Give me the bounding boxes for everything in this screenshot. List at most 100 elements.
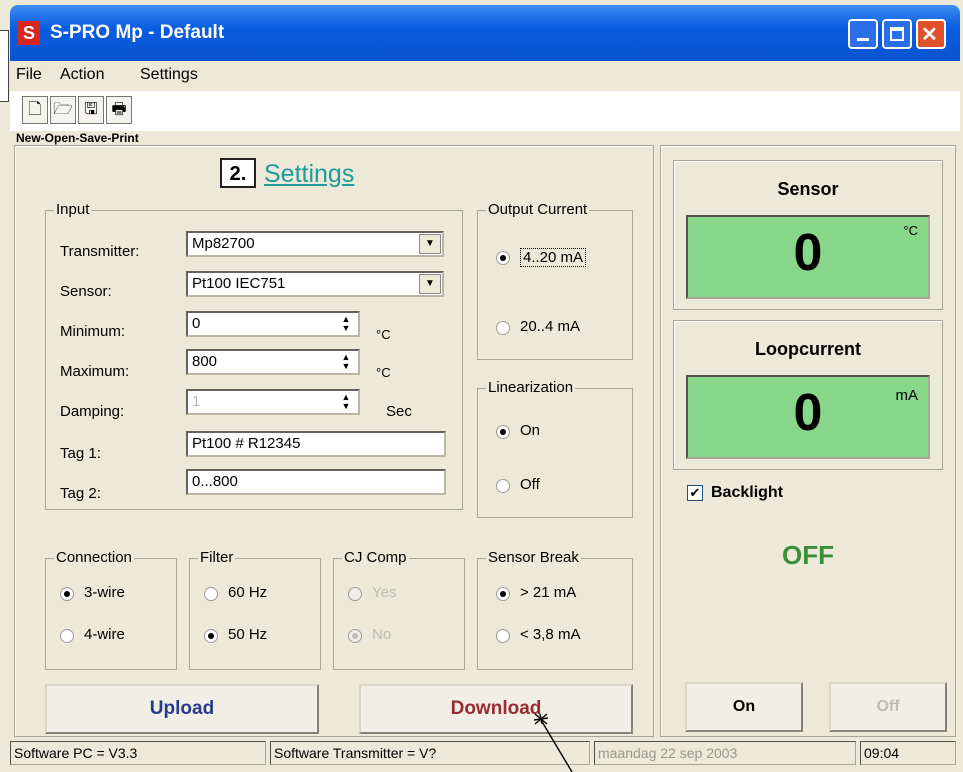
spin-arrows-icon[interactable]: ▲ ▼: [338, 353, 354, 371]
monitor-panel: Sensor 0 °C Loopcurrent 0 mA ✔ Backlight…: [660, 145, 956, 737]
on-button[interactable]: On: [685, 682, 803, 732]
damping-spinner[interactable]: 1 ▲ ▼: [186, 389, 360, 415]
toolbar: 🗋 🗁 🖫 🖶: [10, 91, 960, 131]
sensor-break-low-radio[interactable]: [496, 629, 510, 643]
new-button[interactable]: 🗋: [22, 96, 48, 124]
save-button[interactable]: 🖫: [78, 96, 104, 124]
maximum-label: Maximum:: [60, 363, 130, 380]
output-current-legend: Output Current: [486, 201, 590, 218]
connection-3wire-label[interactable]: 3-wire: [84, 584, 125, 601]
sensor-break-high-radio[interactable]: [496, 587, 510, 601]
close-icon: ✕: [921, 24, 938, 46]
upload-button[interactable]: Upload: [45, 684, 319, 734]
transmitter-label: Transmitter:: [60, 243, 140, 260]
output-4-20-radio[interactable]: [496, 251, 510, 265]
toolbar-caption: New-Open-Save-Print: [16, 131, 139, 145]
app-logo-icon: S: [18, 21, 40, 45]
chevron-down-icon[interactable]: ▼: [419, 234, 441, 254]
sensor-value: Pt100 IEC751: [192, 275, 286, 292]
loopcurrent-title: Loopcurrent: [755, 339, 861, 359]
tag1-value: Pt100 # R12345: [192, 435, 301, 452]
open-button[interactable]: 🗁: [50, 96, 76, 124]
linearization-off-radio[interactable]: [496, 479, 510, 493]
status-software-pc: Software PC = V3.3: [10, 741, 266, 765]
minimum-value: 0: [192, 315, 201, 332]
sensor-break-high-label[interactable]: > 21 mA: [520, 584, 576, 601]
menu-file[interactable]: File: [16, 66, 42, 84]
damping-unit: Sec: [386, 403, 412, 420]
transmitter-select[interactable]: Mp82700 ▼: [186, 231, 444, 257]
open-folder-icon: 🗁: [53, 101, 73, 118]
maximum-unit: °C: [376, 365, 391, 380]
minimum-spinner[interactable]: 0 ▲ ▼: [186, 311, 360, 337]
tag1-label: Tag 1:: [60, 445, 101, 462]
output-20-4-radio[interactable]: [496, 321, 510, 335]
connection-4wire-radio[interactable]: [60, 629, 74, 643]
connection-legend: Connection: [54, 549, 134, 566]
sensor-select[interactable]: Pt100 IEC751 ▼: [186, 271, 444, 297]
minimize-icon: [857, 38, 869, 41]
print-icon: 🖶: [111, 101, 127, 118]
minimum-unit: °C: [376, 327, 391, 342]
filter-50hz-radio[interactable]: [204, 629, 218, 643]
maximum-spinner[interactable]: 800 ▲ ▼: [186, 349, 360, 375]
spin-arrows-icon[interactable]: ▲ ▼: [338, 393, 354, 411]
title-bar[interactable]: S S-PRO Mp - Default ✕: [10, 5, 960, 61]
step-number-badge: 2.: [220, 158, 256, 188]
maximum-value: 800: [192, 353, 218, 370]
print-button[interactable]: 🖶: [106, 96, 132, 124]
save-disk-icon: 🖫: [84, 101, 98, 118]
output-20-4-label[interactable]: 20..4 mA: [520, 318, 580, 335]
tag2-input[interactable]: 0...800: [186, 469, 446, 495]
window-edge-fragment: [0, 30, 9, 102]
linearization-on-label[interactable]: On: [520, 422, 540, 439]
backlight-label[interactable]: Backlight: [711, 484, 783, 502]
connection-3wire-radio[interactable]: [60, 587, 74, 601]
new-icon: 🗋: [28, 101, 42, 118]
menu-settings[interactable]: Settings: [140, 66, 198, 84]
sensor-unit: °C: [903, 223, 918, 238]
connection-4wire-label[interactable]: 4-wire: [84, 626, 125, 643]
settings-panel: 2. Settings Input Transmitter: Mp82700 ▼…: [14, 145, 654, 737]
cj-comp-no-radio: [348, 629, 362, 643]
connection-group: Connection 3-wire 4-wire: [45, 549, 177, 670]
tag2-value: 0...800: [192, 473, 238, 490]
spin-arrows-icon[interactable]: ▲ ▼: [338, 315, 354, 333]
output-4-20-label[interactable]: 4..20 mA: [520, 248, 587, 267]
minimize-button[interactable]: [848, 19, 878, 49]
sensor-value: 0: [793, 224, 823, 282]
filter-50hz-label[interactable]: 50 Hz: [228, 626, 267, 643]
loopcurrent-display: 0 mA: [686, 375, 930, 459]
tag1-input[interactable]: Pt100 # R12345: [186, 431, 446, 457]
filter-legend: Filter: [198, 549, 236, 566]
filter-60hz-label[interactable]: 60 Hz: [228, 584, 267, 601]
status-time: 09:04: [860, 741, 956, 765]
cj-comp-group: CJ Comp Yes No: [333, 549, 465, 670]
output-current-group: Output Current 4..20 mA 20..4 mA: [477, 201, 633, 360]
linearization-on-radio[interactable]: [496, 425, 510, 439]
off-button[interactable]: Off: [829, 682, 947, 732]
cj-comp-legend: CJ Comp: [342, 549, 409, 566]
close-button[interactable]: ✕: [916, 19, 946, 49]
application-window: S S-PRO Mp - Default ✕ File Action Setti…: [0, 0, 963, 772]
status-bar: Software PC = V3.3 Software Transmitter …: [10, 737, 960, 769]
linearization-off-label[interactable]: Off: [520, 476, 540, 493]
sensor-break-group: Sensor Break > 21 mA < 3,8 mA: [477, 549, 633, 670]
menu-action[interactable]: Action: [60, 66, 104, 84]
filter-60hz-radio[interactable]: [204, 587, 218, 601]
chevron-down-icon[interactable]: ▼: [419, 274, 441, 294]
callout-marker-icon: [533, 713, 573, 772]
maximize-button[interactable]: [882, 19, 912, 49]
checkmark-icon: ✔: [689, 485, 701, 500]
backlight-checkbox[interactable]: ✔: [687, 485, 703, 501]
maximize-icon: [890, 27, 904, 41]
cj-comp-no-label: No: [372, 626, 392, 643]
sensor-break-legend: Sensor Break: [486, 549, 581, 566]
client-area: 2. Settings Input Transmitter: Mp82700 ▼…: [10, 145, 960, 737]
sensor-break-low-label[interactable]: < 3,8 mA: [520, 626, 580, 643]
settings-heading-link[interactable]: Settings: [264, 160, 354, 189]
loopcurrent-unit: mA: [895, 387, 919, 404]
loopcurrent-box: Loopcurrent 0 mA: [673, 320, 943, 470]
window-title: S-PRO Mp - Default: [50, 22, 225, 43]
status-date: maandag 22 sep 2003: [594, 741, 856, 765]
